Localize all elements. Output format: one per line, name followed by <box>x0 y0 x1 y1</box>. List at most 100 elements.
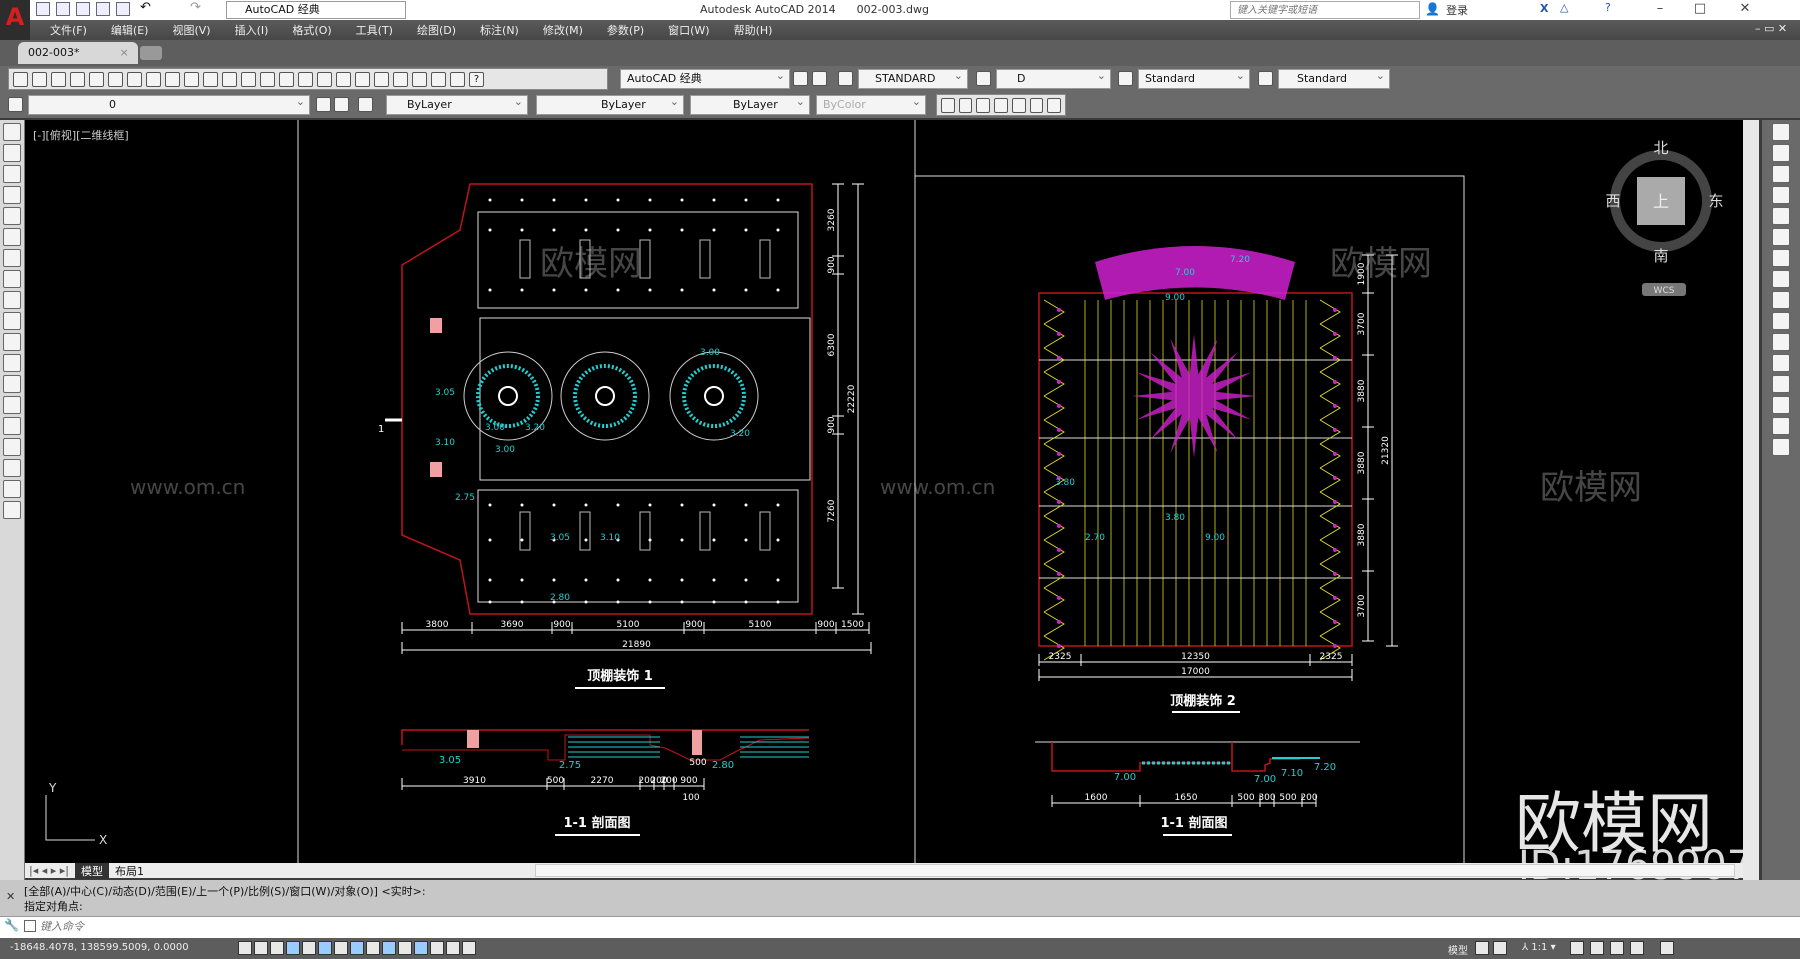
quick-view-layouts-icon[interactable] <box>1475 941 1489 955</box>
polyline-icon[interactable] <box>3 165 21 183</box>
layer-select[interactable]: 0 <box>28 93 310 115</box>
menu-parametric[interactable]: 参数(P) <box>607 22 644 38</box>
application-menu-button[interactable]: A <box>0 0 30 40</box>
calculator-icon[interactable] <box>450 71 465 87</box>
make-block-icon[interactable] <box>3 375 21 393</box>
plot-icon[interactable] <box>70 71 85 87</box>
properties-icon[interactable] <box>355 71 370 87</box>
table-icon[interactable] <box>3 480 21 498</box>
3d-osnap-toggle[interactable] <box>334 941 348 955</box>
lineweight-toggle[interactable] <box>398 941 412 955</box>
break-icon[interactable] <box>1772 354 1790 372</box>
save-as-icon[interactable] <box>96 2 110 16</box>
zoom-window-icon[interactable] <box>317 71 332 87</box>
sign-in-button[interactable]: 登录 <box>1446 2 1468 18</box>
publish-icon[interactable] <box>108 71 123 87</box>
quick-view-drawings-icon[interactable] <box>1493 941 1507 955</box>
ucs-icon[interactable] <box>958 97 973 113</box>
clean-screen-icon[interactable] <box>1660 941 1674 955</box>
new-icon[interactable] <box>13 71 28 87</box>
offset-icon[interactable] <box>1772 186 1790 204</box>
toolbar-lock-icon[interactable] <box>1590 941 1604 955</box>
save-icon[interactable] <box>51 71 66 87</box>
gradient-icon[interactable] <box>3 438 21 456</box>
menu-file[interactable]: 文件(F) <box>50 22 87 38</box>
osnap-toggle[interactable] <box>318 941 332 955</box>
sheet-set-icon[interactable] <box>412 71 427 87</box>
arc-icon[interactable] <box>3 228 21 246</box>
extend-icon[interactable] <box>1772 333 1790 351</box>
snap-toggle[interactable] <box>254 941 268 955</box>
close-button[interactable]: ✕ <box>1725 0 1765 20</box>
make-current-layer-icon[interactable] <box>316 97 331 112</box>
help-search-input[interactable] <box>1230 1 1420 19</box>
table-style-icon[interactable] <box>1118 71 1133 86</box>
pan-icon[interactable] <box>279 71 294 87</box>
file-tab[interactable]: 002-003* × <box>18 42 138 64</box>
hatch-icon[interactable] <box>3 417 21 435</box>
menu-format[interactable]: 格式(O) <box>292 22 331 38</box>
close-tab-icon[interactable]: × <box>119 46 128 59</box>
open-icon[interactable] <box>56 2 70 16</box>
ucs-remove-icon[interactable] <box>994 97 1008 113</box>
layer-properties-icon[interactable] <box>8 97 23 112</box>
multileader-style-icon[interactable] <box>1258 71 1273 86</box>
block-editor-icon[interactable] <box>222 71 237 87</box>
viewcube[interactable]: 上 北 南 西 东 WCS <box>1605 139 1724 296</box>
model-space-button[interactable]: 模型 <box>1448 942 1468 957</box>
cut-icon[interactable] <box>146 71 161 87</box>
open-icon[interactable] <box>32 71 47 87</box>
chamfer-icon[interactable] <box>1772 396 1790 414</box>
ucs-world-icon[interactable] <box>1011 97 1026 113</box>
vertical-scrollbar[interactable] <box>1743 120 1759 880</box>
undo-icon[interactable]: ↶ <box>140 1 154 16</box>
color-select[interactable]: ByLayer <box>386 93 528 115</box>
move-icon[interactable] <box>1772 228 1790 246</box>
help-icon[interactable]: ? <box>1605 1 1611 14</box>
match-properties-icon[interactable] <box>203 71 218 87</box>
insert-block-icon[interactable] <box>3 354 21 372</box>
minimize-button[interactable]: – <box>1640 0 1680 20</box>
circle-icon[interactable] <box>3 249 21 267</box>
erase-icon[interactable] <box>1772 123 1790 141</box>
named-views-icon[interactable] <box>941 97 955 113</box>
linetype-select[interactable]: ByLayer <box>536 93 684 115</box>
menu-help[interactable]: 帮助(H) <box>734 22 773 38</box>
mtext-icon[interactable] <box>3 501 21 519</box>
grid-toggle[interactable] <box>270 941 284 955</box>
explode-icon[interactable] <box>1772 438 1790 456</box>
menu-edit[interactable]: 编辑(E) <box>111 22 149 38</box>
dim-style-icon[interactable] <box>976 71 991 86</box>
menu-insert[interactable]: 插入(I) <box>235 22 269 38</box>
otrack-toggle[interactable] <box>350 941 364 955</box>
polar-toggle[interactable] <box>302 941 316 955</box>
rectangle-icon[interactable] <box>3 207 21 225</box>
text-style-icon[interactable] <box>838 71 853 86</box>
join-icon[interactable] <box>1772 375 1790 393</box>
doc-window-controls[interactable]: – ▭ ✕ <box>1755 22 1787 35</box>
revcloud-icon[interactable] <box>3 270 21 288</box>
zoom-previous-icon[interactable] <box>336 71 351 87</box>
workspace-settings-icon[interactable] <box>793 71 808 86</box>
array-icon[interactable] <box>1772 207 1790 225</box>
design-center-icon[interactable] <box>374 71 389 87</box>
help-icon[interactable]: ? <box>469 71 484 87</box>
customize-wrench-icon[interactable]: 🔧 <box>4 918 19 932</box>
workspace-select[interactable]: AutoCAD 经典 <box>620 67 790 89</box>
zoom-realtime-icon[interactable] <box>298 71 313 87</box>
autodesk360-icon[interactable]: △ <box>1560 1 1568 14</box>
3d-print-icon[interactable] <box>127 71 142 87</box>
ellipse-arc-icon[interactable] <box>3 333 21 351</box>
copy-icon[interactable] <box>165 71 180 87</box>
dyn-toggle[interactable] <box>382 941 396 955</box>
command-prompt-icon[interactable] <box>24 920 36 932</box>
mirror-icon[interactable] <box>1772 165 1790 183</box>
customize-icon[interactable] <box>812 71 827 86</box>
3d-view-icon[interactable] <box>1029 97 1044 113</box>
annotation-scale[interactable]: ⅄ 1:1 ▾ <box>1522 942 1556 953</box>
ellipse-icon[interactable] <box>3 312 21 330</box>
copy-object-icon[interactable] <box>1772 144 1790 162</box>
clear-icon[interactable] <box>1047 97 1062 113</box>
multileader-style-select[interactable]: Standard <box>1278 67 1390 89</box>
markup-icon[interactable] <box>431 71 446 87</box>
